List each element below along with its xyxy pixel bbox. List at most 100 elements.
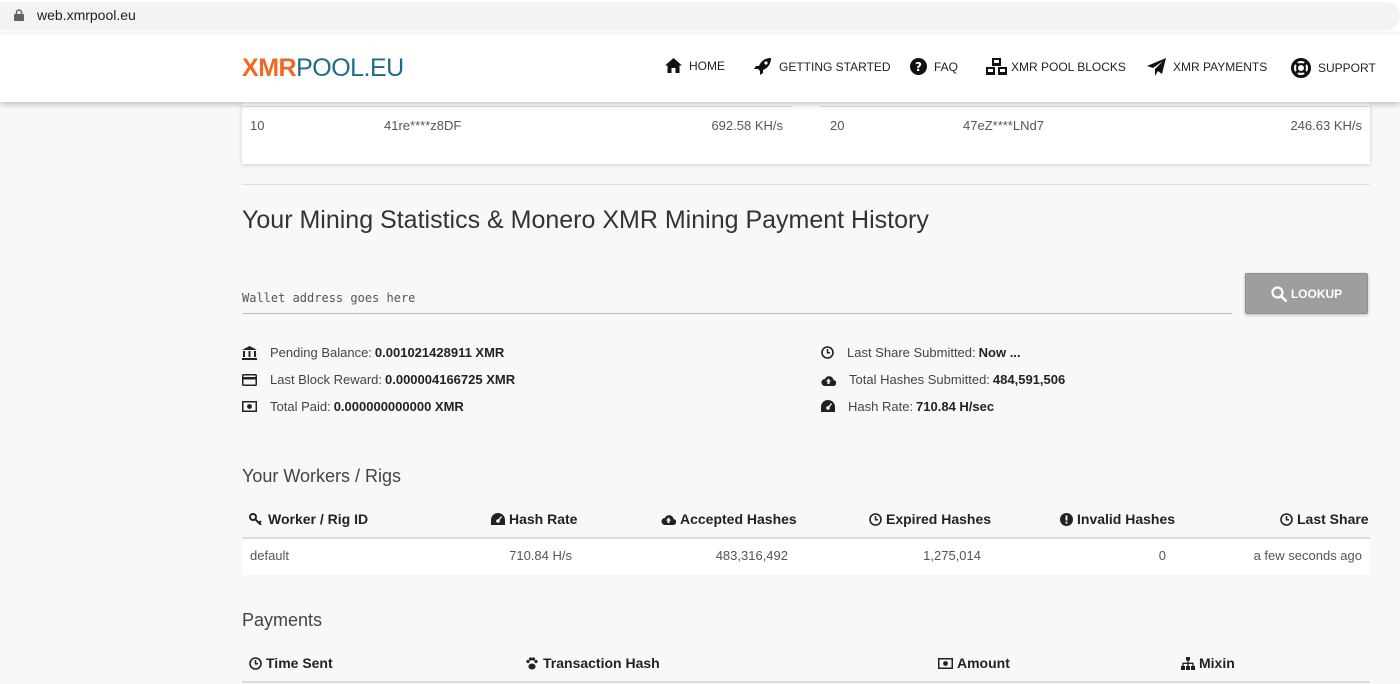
total-paid-value: 0.000000000000 XMR <box>333 399 464 414</box>
bank-icon <box>242 345 257 360</box>
total-paid-label: Total Paid: <box>270 399 331 414</box>
cubes-icon <box>986 58 1007 75</box>
table-header-divider <box>242 681 1370 683</box>
last-share-value: Now ... <box>978 345 1021 360</box>
invalid-hashes-cell: 0 <box>1158 548 1166 563</box>
col-expired-hashes-label: Expired Hashes <box>886 511 992 527</box>
accepted-hashes-cell: 483,316,492 <box>715 548 788 563</box>
col-last-share[interactable]: Last Share <box>1280 511 1369 527</box>
col-last-share-label: Last Share <box>1297 511 1369 527</box>
col-accepted-hashes-label: Accepted Hashes <box>680 511 797 527</box>
dashboard-icon <box>491 512 505 525</box>
col-time-sent-label: Time Sent <box>266 655 333 671</box>
credit-card-icon <box>242 373 257 386</box>
pending-balance-value: 0.001021428911 XMR <box>374 345 505 360</box>
life-ring-icon <box>1291 58 1311 78</box>
lookup-button[interactable]: LOOKUP <box>1245 273 1368 314</box>
paw-icon <box>526 656 538 669</box>
money-icon <box>242 401 257 412</box>
hash-rate-label: Hash Rate: <box>848 399 914 414</box>
workers-heading: Your Workers / Rigs <box>242 466 402 486</box>
col-amount[interactable]: Amount <box>938 655 1010 671</box>
last-share-cell: a few seconds ago <box>1253 548 1362 563</box>
browser-url-bar[interactable]: web.xmrpool.eu <box>0 0 1400 34</box>
logo-text: POOL.EU <box>296 53 404 82</box>
col-hash-rate[interactable]: Hash Rate <box>491 511 577 527</box>
money-icon <box>938 657 953 669</box>
col-mixin-label: Mixin <box>1199 655 1235 671</box>
logo-r: R <box>278 53 297 82</box>
col-accepted-hashes[interactable]: Accepted Hashes <box>661 511 797 527</box>
last-block-reward-label: Last Block Reward: <box>270 372 382 387</box>
paper-plane-icon <box>1147 58 1166 76</box>
nav-home-label: HOME <box>689 58 725 73</box>
lookup-label: LOOKUP <box>1290 286 1343 301</box>
col-worker-id[interactable]: Worker / Rig ID <box>249 511 368 527</box>
col-worker-id-label: Worker / Rig ID <box>268 511 369 527</box>
pending-balance: Pending Balance: 0.001021428911 XMR <box>242 345 504 360</box>
miner-hashrate: 246.63 KH/s <box>1290 118 1362 133</box>
sitemap-icon <box>1181 656 1195 670</box>
miner-address: 47eZ****LNd7 <box>963 118 1044 133</box>
divider <box>242 106 792 107</box>
site-logo[interactable]: X M R POOL.EU <box>242 54 404 82</box>
svg-text:?: ? <box>915 60 922 74</box>
nav-home[interactable]: HOME <box>665 58 725 73</box>
lock-icon <box>14 9 24 21</box>
hash-rate-cell: 710.84 H/s <box>509 548 572 563</box>
col-amount-label: Amount <box>957 655 1010 671</box>
col-transaction-hash-label: Transaction Hash <box>543 655 660 671</box>
col-expired-hashes[interactable]: Expired Hashes <box>869 511 991 527</box>
section-divider <box>242 184 1370 185</box>
expired-hashes-cell: 1,275,014 <box>923 548 981 563</box>
nav-faq-label: FAQ <box>934 59 959 74</box>
nav-getting-started[interactable]: GETTING STARTED <box>754 58 891 75</box>
nav-payments[interactable]: XMR PAYMENTS <box>1147 58 1267 76</box>
top-miners-table: 10 41re****z8DF 692.58 KH/s 20 47eZ****L… <box>242 102 1370 164</box>
page-title: Your Mining Statistics & Monero XMR Mini… <box>242 206 929 234</box>
logo-m: M <box>258 53 279 82</box>
clock-icon <box>249 656 262 670</box>
key-icon <box>249 513 262 525</box>
col-time-sent[interactable]: Time Sent <box>249 655 333 671</box>
hash-rate: Hash Rate: 710.84 H/sec <box>821 399 994 414</box>
last-block-reward: Last Block Reward: 0.000004166725 XMR <box>242 372 515 387</box>
divider <box>820 106 1370 107</box>
url-text[interactable]: web.xmrpool.eu <box>37 7 136 23</box>
col-invalid-hashes-label: Invalid Hashes <box>1077 511 1176 527</box>
exclamation-circle-icon <box>1060 512 1073 526</box>
col-invalid-hashes[interactable]: Invalid Hashes <box>1060 511 1175 527</box>
nav-pool-blocks[interactable]: XMR POOL BLOCKS <box>986 58 1126 76</box>
total-hashes-submitted: Total Hashes Submitted: 484,591,506 <box>821 372 1065 387</box>
dashboard-icon <box>821 400 835 412</box>
miner-rank: 20 <box>830 118 845 133</box>
wallet-address-input[interactable] <box>242 282 1232 314</box>
nav-pool-blocks-label: XMR POOL BLOCKS <box>1011 60 1126 74</box>
last-share-submitted: Last Share Submitted: Now ... <box>821 345 1021 360</box>
last-block-reward-value: 0.000004166725 XMR <box>385 372 516 387</box>
cloud-upload-icon <box>821 375 836 386</box>
clock-icon <box>1280 512 1293 526</box>
payments-heading: Payments <box>242 610 323 630</box>
cloud-upload-icon <box>661 515 676 525</box>
worker-id-cell: default <box>250 548 290 563</box>
total-hashes-value: 484,591,506 <box>992 372 1066 387</box>
logo-x: X <box>242 53 259 82</box>
miner-hashrate: 692.58 KH/s <box>711 118 783 133</box>
miner-rank: 10 <box>250 118 265 133</box>
col-mixin[interactable]: Mixin <box>1181 655 1235 671</box>
col-hash-rate-label: Hash Rate <box>509 511 578 527</box>
col-transaction-hash[interactable]: Transaction Hash <box>525 655 660 671</box>
search-icon <box>1271 285 1287 302</box>
total-paid: Total Paid: 0.000000000000 XMR <box>242 399 464 414</box>
address-field[interactable] <box>0 2 1400 30</box>
hash-rate-value: 710.84 H/sec <box>916 399 995 414</box>
rocket-icon <box>754 58 771 75</box>
pending-balance-label: Pending Balance: <box>270 345 372 360</box>
nav-faq[interactable]: ? FAQ <box>910 58 958 75</box>
site-header: X M R POOL.EU HOME GETTING STARTED ? FAQ XM… <box>0 34 1400 102</box>
nav-support[interactable]: SUPPORT <box>1291 58 1376 78</box>
last-share-label: Last Share Submitted: <box>847 345 976 360</box>
total-hashes-label: Total Hashes Submitted: <box>849 372 990 387</box>
miner-address: 41re****z8DF <box>384 118 462 133</box>
